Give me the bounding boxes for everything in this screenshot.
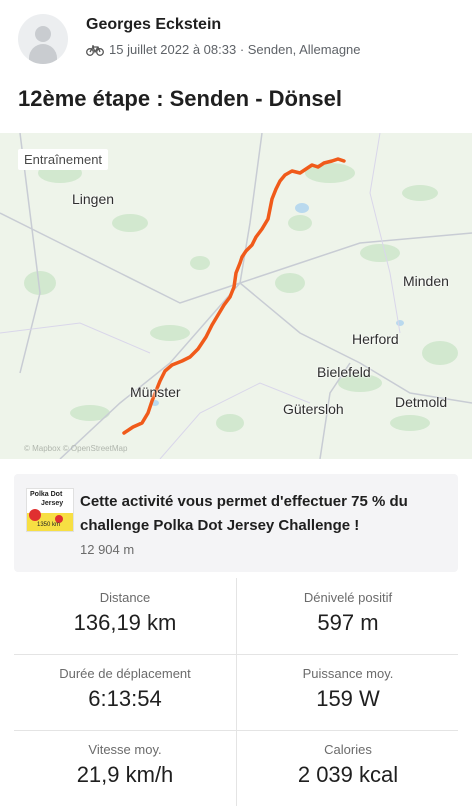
- place-label-lingen: Lingen: [72, 191, 115, 207]
- stat-value: 136,19 km: [73, 610, 177, 635]
- stat-label: Vitesse moy.: [88, 742, 162, 757]
- stat-moving-time: Durée de déplacement 6:13:54: [14, 654, 236, 730]
- place-label-gutersloh: Gütersloh: [283, 401, 344, 417]
- place-label-minden: Minden: [403, 273, 449, 289]
- badge-line-1: Polka Dot: [30, 491, 63, 498]
- stat-value: 159 W: [316, 686, 380, 711]
- stat-label: Distance: [99, 590, 151, 605]
- avatar-body-shape: [29, 44, 57, 64]
- badge-line-2: Jersey: [41, 500, 64, 507]
- stat-value: 21,9 km/h: [76, 762, 174, 787]
- stat-label: Durée de déplacement: [59, 666, 191, 681]
- badge-distance: 1350 km: [37, 522, 61, 528]
- activity-header: Georges Eckstein 15 juillet 2022 à 08:33…: [0, 0, 472, 80]
- stat-value: 597 m: [317, 610, 379, 635]
- stat-label: Puissance moy.: [302, 666, 394, 681]
- user-name[interactable]: Georges Eckstein: [86, 16, 221, 34]
- activity-meta: 15 juillet 2022 à 08:33 · Senden, Allema…: [86, 42, 361, 57]
- map-attribution[interactable]: © Mapbox © OpenStreetMap: [24, 444, 127, 453]
- jersey-dot: [29, 509, 41, 521]
- map-type-badge: Entraînement: [18, 149, 109, 170]
- stat-value: 6:13:54: [88, 686, 162, 711]
- stat-avg-speed: Vitesse moy. 21,9 km/h: [14, 730, 236, 806]
- stat-elevation-gain: Dénivelé positif 597 m: [236, 578, 459, 654]
- challenge-card[interactable]: Polka Dot Jersey 1350 km Cette activité …: [14, 474, 458, 572]
- polka-dot-jersey-badge-icon: Polka Dot Jersey 1350 km: [26, 488, 74, 532]
- place-label-herford: Herford: [352, 331, 399, 347]
- activity-title: 12ème étape : Senden - Dönsel: [18, 86, 342, 111]
- avatar[interactable]: [18, 14, 68, 64]
- challenge-distance: 12 904 m: [80, 542, 135, 557]
- bike-icon: [86, 44, 104, 56]
- stat-value: 2 039 kcal: [297, 762, 399, 787]
- route-map[interactable]: Entraînement Lingen Minden Herford Biele…: [0, 133, 472, 459]
- stat-avg-power: Puissance moy. 159 W: [236, 654, 459, 730]
- stat-calories: Calories 2 039 kcal: [236, 730, 459, 806]
- stat-label: Dénivelé positif: [303, 590, 393, 605]
- place-label-munster: Münster: [130, 384, 181, 400]
- activity-date-location: 15 juillet 2022 à 08:33 · Senden, Allema…: [109, 42, 361, 57]
- stat-label: Calories: [324, 742, 372, 757]
- stat-distance: Distance 136,19 km: [14, 578, 236, 654]
- place-label-detmold: Detmold: [395, 394, 448, 410]
- place-label-bielefeld: Bielefeld: [317, 364, 371, 380]
- avatar-head-shape: [35, 26, 51, 42]
- map-canvas: [0, 133, 472, 459]
- challenge-text: Cette activité vous permet d'effectuer 7…: [80, 493, 408, 534]
